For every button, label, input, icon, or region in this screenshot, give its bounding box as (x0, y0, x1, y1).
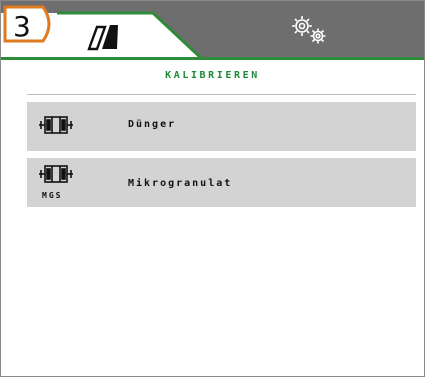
list-item-sublabel: MGS (42, 191, 63, 200)
gears-icon (292, 16, 326, 44)
list-item-duenger[interactable]: Dünger (27, 102, 416, 151)
tab-bar: 3 (1, 1, 424, 59)
step-badge: 3 (3, 5, 57, 43)
tab-settings[interactable] (194, 1, 424, 59)
app-screen: 3 KALIBRIEREN Dünger MGS Mikrogranulat (0, 0, 425, 377)
tab-underline (1, 57, 424, 60)
metering-unit-icon (39, 165, 73, 183)
step-badge-number: 3 (13, 10, 31, 43)
page-title: KALIBRIEREN (165, 70, 260, 81)
metering-unit-icon (39, 116, 73, 134)
list-item-mikrogranulat[interactable]: MGS Mikrogranulat (27, 158, 416, 207)
list-item-label: Mikrogranulat (128, 178, 233, 189)
list-item-label: Dünger (128, 119, 177, 130)
title-divider (27, 94, 416, 95)
seed-drill-icon (87, 25, 118, 51)
